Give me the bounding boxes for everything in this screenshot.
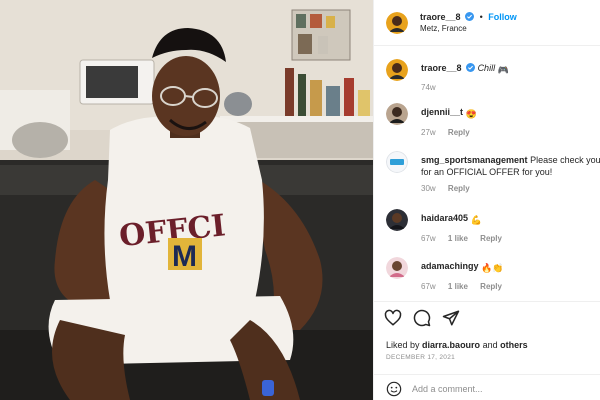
smiley-icon[interactable]: [386, 381, 402, 397]
comment-timestamp[interactable]: 67w: [421, 234, 436, 243]
avatar[interactable]: [386, 11, 408, 34]
reply-button[interactable]: Reply: [480, 282, 502, 291]
avatar[interactable]: [386, 209, 408, 231]
comment-timestamp[interactable]: 27w: [421, 128, 436, 137]
add-comment-input[interactable]: [412, 380, 592, 397]
reply-button[interactable]: Reply: [448, 128, 470, 137]
comment-username[interactable]: djennii__t: [421, 107, 463, 117]
heart-icon[interactable]: [384, 309, 402, 327]
liked-by-and: and: [482, 340, 498, 350]
comment-username[interactable]: smg_sportsmanagement: [421, 155, 528, 165]
liked-by-prefix: Liked by: [386, 340, 420, 350]
caption-username[interactable]: traore__8: [421, 63, 462, 73]
post-photo[interactable]: OFFCI M: [0, 0, 373, 400]
comment-like-count[interactable]: 1 like: [448, 282, 468, 291]
verified-badge-icon: [465, 11, 475, 21]
fire-clap-emoji: 🔥👏: [481, 263, 504, 273]
avatar[interactable]: [386, 151, 408, 173]
reply-button[interactable]: Reply: [480, 234, 502, 243]
add-comment-bar: [374, 374, 600, 400]
game-controller-icon: 🎮: [497, 65, 509, 75]
svg-text:M: M: [172, 240, 197, 273]
comment-timestamp[interactable]: 67w: [421, 282, 436, 291]
follow-button[interactable]: Follow: [488, 12, 517, 22]
heart-eyes-emoji: 😍: [465, 109, 477, 119]
comment-username[interactable]: haidara405: [421, 213, 468, 223]
avatar[interactable]: [386, 257, 408, 279]
flexed-biceps-emoji: 💪: [470, 215, 482, 225]
post-header: traore__8 • Follow Metz, France: [374, 0, 600, 46]
comments-list[interactable]: traore__8 Chill 🎮 74w djennii__t 😍 27w R…: [374, 47, 600, 301]
liked-by-user[interactable]: diarra.baouro: [422, 340, 480, 350]
caption-text: Chill: [477, 63, 496, 73]
post-actions: Liked by diarra.baouro and others DECEMB…: [374, 301, 600, 400]
man-sitting-on-sofa-illustration: OFFCI M: [0, 0, 373, 400]
comment-like-count[interactable]: 1 like: [448, 234, 468, 243]
separator-dot: •: [479, 11, 483, 22]
liked-by-line: Liked by diarra.baouro and others: [386, 340, 528, 350]
comment-timestamp[interactable]: 30w: [421, 184, 436, 193]
liked-by-others[interactable]: others: [500, 340, 528, 350]
post-date[interactable]: DECEMBER 17, 2021: [386, 354, 455, 361]
comment-icon[interactable]: [413, 309, 431, 327]
instagram-post: OFFCI M traore__8 • Follow Metz, France …: [0, 0, 600, 400]
post-location[interactable]: Metz, France: [420, 23, 517, 35]
post-side-panel: traore__8 • Follow Metz, France traore__…: [373, 0, 600, 400]
avatar[interactable]: [386, 59, 408, 81]
caption-timestamp[interactable]: 74w: [421, 82, 600, 94]
reply-button[interactable]: Reply: [448, 184, 470, 193]
verified-badge-icon: [466, 63, 476, 72]
share-icon[interactable]: [442, 309, 460, 327]
comment-username[interactable]: adamachingy: [421, 261, 479, 271]
avatar[interactable]: [386, 103, 408, 125]
post-author-username[interactable]: traore__8: [420, 12, 461, 22]
